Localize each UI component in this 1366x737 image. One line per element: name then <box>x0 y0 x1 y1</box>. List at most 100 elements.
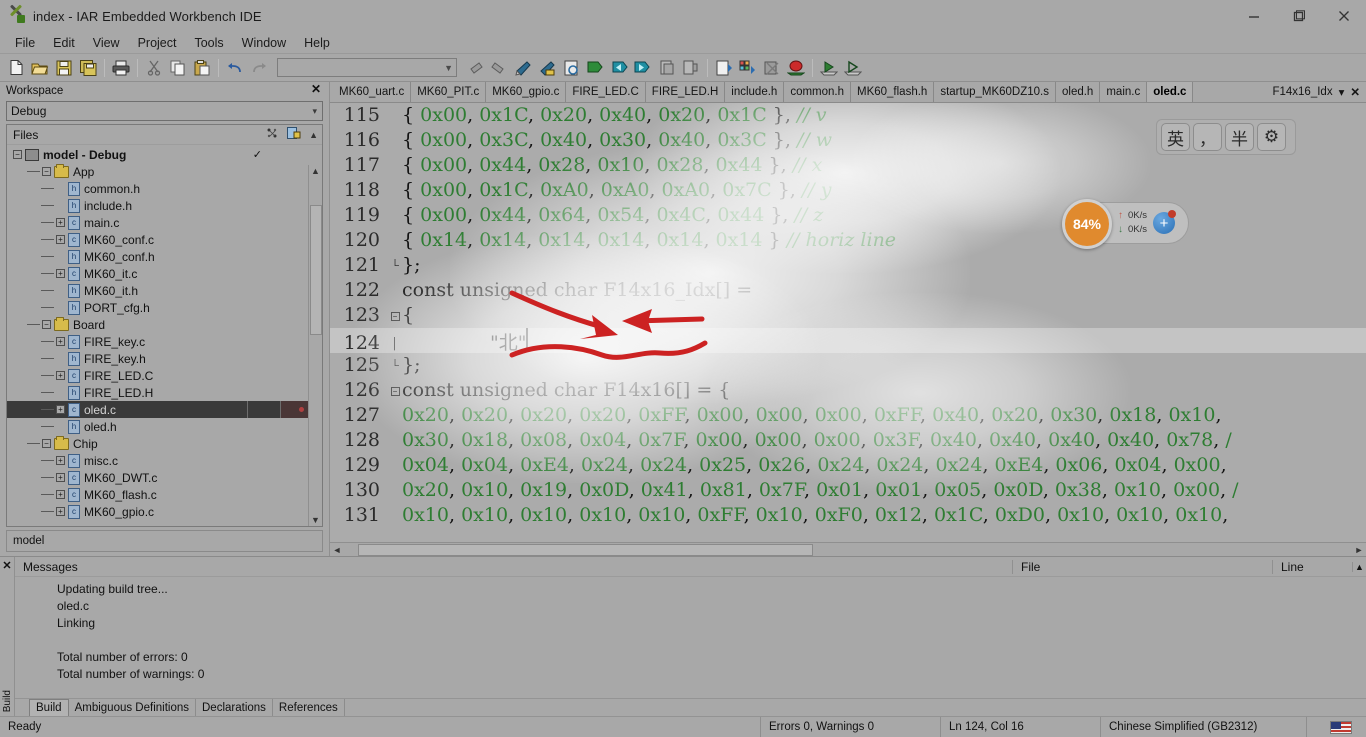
code-line-125[interactable]: 125 └}; <box>330 353 1366 378</box>
tree-expander[interactable]: + <box>56 405 65 414</box>
editor-tab-common-h[interactable]: common.h <box>784 82 851 102</box>
fold-marker[interactable]: └ <box>388 254 402 279</box>
menu-tools[interactable]: Tools <box>185 34 232 52</box>
debug-icon[interactable] <box>784 56 808 80</box>
tree-item-model-debug[interactable]: − model - Debug ✓ <box>7 146 322 163</box>
maximize-restore-button[interactable] <box>1276 0 1321 32</box>
tree-expander[interactable]: + <box>56 473 65 482</box>
editor-tab-mk60-pit-c[interactable]: MK60_PIT.c <box>411 82 487 102</box>
tree-item-main-c[interactable]: + c main.c <box>7 214 322 231</box>
save-all-icon[interactable] <box>76 56 100 80</box>
quick-search-combo[interactable]: ▼ <box>277 58 457 77</box>
scrollbar-thumb[interactable] <box>310 205 322 335</box>
build-message-row[interactable]: Total number of warnings: 0 <box>15 665 1366 682</box>
code-editor[interactable]: 115{ 0x00, 0x1C, 0x20, 0x40, 0x20, 0x1C … <box>330 103 1366 556</box>
editor-horizontal-scrollbar[interactable]: ◄ ► <box>330 542 1366 556</box>
close-button[interactable] <box>1321 0 1366 32</box>
build-scroll-up-icon[interactable]: ▲ <box>1352 561 1366 572</box>
file-properties-icon[interactable] <box>559 56 583 80</box>
scroll-up-icon[interactable]: ▲ <box>309 129 318 141</box>
bookmark-prev-icon[interactable] <box>607 56 631 80</box>
code-line-127[interactable]: 127 0x20, 0x20, 0x20, 0x20, 0xFF, 0x00, 0… <box>330 403 1366 428</box>
step-icon[interactable] <box>841 56 865 80</box>
fold-marker[interactable]: └ <box>388 354 402 379</box>
run-icon[interactable] <box>817 56 841 80</box>
build-message-list[interactable]: Updating build tree... oled.c Linking Total… <box>15 577 1366 698</box>
tree-expander[interactable]: − <box>42 167 51 176</box>
tree-item-board[interactable]: − Board <box>7 316 322 333</box>
code-line-130[interactable]: 130 0x20, 0x10, 0x19, 0x0D, 0x41, 0x81, 0… <box>330 478 1366 503</box>
bookmark-next-icon[interactable] <box>631 56 655 80</box>
code-line-128[interactable]: 128 0x30, 0x18, 0x08, 0x04, 0x7F, 0x00, 0… <box>330 428 1366 453</box>
stop-build-icon[interactable] <box>760 56 784 80</box>
tree-expander[interactable]: − <box>42 320 51 329</box>
build-panel-close-icon[interactable]: ✕ <box>2 559 11 572</box>
workspace-close-icon[interactable]: ✕ <box>311 82 321 96</box>
tree-item-mk60-it-h[interactable]: h MK60_it.h <box>7 282 322 299</box>
tree-item-mk60-gpio-c[interactable]: + c MK60_gpio.c <box>7 503 322 520</box>
make-icon[interactable] <box>736 56 760 80</box>
tree-expander[interactable]: − <box>42 439 51 448</box>
navigate-back-icon[interactable] <box>463 56 487 80</box>
menu-help[interactable]: Help <box>295 34 339 52</box>
symbol-navigator[interactable]: F14x16_Idx ▾ ✕ <box>1272 82 1366 102</box>
editor-tab-include-h[interactable]: include.h <box>725 82 785 102</box>
menu-project[interactable]: Project <box>129 34 186 52</box>
tree-item-fire-led-h[interactable]: h FIRE_LED.H <box>7 384 322 401</box>
code-line-118[interactable]: 118{ 0x00, 0x1C, 0xA0, 0xA0, 0xA0, 0x7C … <box>330 178 1366 203</box>
tree-item-oled-c[interactable]: + c oled.c <box>7 401 322 418</box>
tree-item-include-h[interactable]: h include.h <box>7 197 322 214</box>
code-line-123[interactable]: 123−{ <box>330 303 1366 328</box>
code-line-117[interactable]: 117{ 0x00, 0x44, 0x28, 0x10, 0x28, 0x44 … <box>330 153 1366 178</box>
minimize-button[interactable] <box>1231 0 1276 32</box>
build-tab-references[interactable]: References <box>273 699 345 716</box>
code-line-126[interactable]: 126− const unsigned char F14x16[] = { <box>330 378 1366 403</box>
make-all-icon[interactable] <box>266 127 279 142</box>
close-icon[interactable]: ✕ <box>1350 85 1360 99</box>
editor-tab-fire-led-c[interactable]: FIRE_LED.C <box>566 82 646 102</box>
tree-expander[interactable]: + <box>56 371 65 380</box>
build-message-blank[interactable] <box>15 631 1366 648</box>
tree-item-chip[interactable]: − Chip <box>7 435 322 452</box>
find-in-files-icon[interactable] <box>535 56 559 80</box>
build-message-row[interactable]: Linking <box>15 614 1366 631</box>
compile-icon[interactable] <box>712 56 736 80</box>
tree-item-port-cfg-h[interactable]: h PORT_cfg.h <box>7 299 322 316</box>
code-line-131[interactable]: 131 0x10, 0x10, 0x10, 0x10, 0x10, 0xFF, 0… <box>330 503 1366 528</box>
tree-item-oled-h[interactable]: h oled.h <box>7 418 322 435</box>
tree-item-fire-led-c[interactable]: + c FIRE_LED.C <box>7 367 322 384</box>
navigate-forward-icon[interactable] <box>487 56 511 80</box>
paste-icon[interactable] <box>190 56 214 80</box>
tree-expander[interactable]: + <box>56 269 65 278</box>
scroll-left-arrow[interactable]: ◄ <box>330 544 344 556</box>
scroll-right-arrow[interactable]: ► <box>1352 544 1366 556</box>
editor-tab-fire-led-h[interactable]: FIRE_LED.H <box>646 82 726 102</box>
tree-item-mk60-flash-c[interactable]: + c MK60_flash.c <box>7 486 322 503</box>
build-message-row[interactable]: Total number of errors: 0 <box>15 648 1366 665</box>
tree-item-mk60-it-c[interactable]: + c MK60_it.c <box>7 265 322 282</box>
undo-icon[interactable] <box>223 56 247 80</box>
editor-tab-main-c[interactable]: main.c <box>1100 82 1148 102</box>
ime-punctuation-icon[interactable]: ， <box>1193 123 1222 151</box>
build-tab-declarations[interactable]: Declarations <box>196 699 273 716</box>
tree-expander[interactable]: + <box>56 490 65 499</box>
menu-view[interactable]: View <box>84 34 129 52</box>
build-forward-icon[interactable] <box>679 56 703 80</box>
chevron-down-icon[interactable]: ▾ <box>1339 85 1345 99</box>
widget-add-button[interactable]: + <box>1153 210 1177 234</box>
code-text[interactable]: 115{ 0x00, 0x1C, 0x20, 0x40, 0x20, 0x1C … <box>330 103 1366 556</box>
fold-marker[interactable]: − <box>388 304 402 329</box>
memory-usage-badge[interactable]: 84% <box>1062 199 1112 249</box>
menu-window[interactable]: Window <box>233 34 295 52</box>
build-tab-build[interactable]: Build <box>29 699 69 716</box>
network-float-widget[interactable]: 84% ↑ ↓ 0K/s 0K/s + <box>1062 199 1189 249</box>
ime-halfwidth-icon[interactable]: 半 <box>1225 123 1254 151</box>
hscroll-thumb[interactable] <box>358 543 813 556</box>
fold-marker[interactable]: − <box>388 379 402 404</box>
tree-item-fire-key-h[interactable]: h FIRE_key.h <box>7 350 322 367</box>
editor-tab-oled-h[interactable]: oled.h <box>1056 82 1101 102</box>
ime-toolbar[interactable]: 英 ， 半 ⚙ <box>1156 119 1296 155</box>
print-icon[interactable] <box>109 56 133 80</box>
tree-item-app[interactable]: − App <box>7 163 322 180</box>
tree-vertical-scrollbar[interactable]: ▲ ▼ <box>308 165 322 526</box>
